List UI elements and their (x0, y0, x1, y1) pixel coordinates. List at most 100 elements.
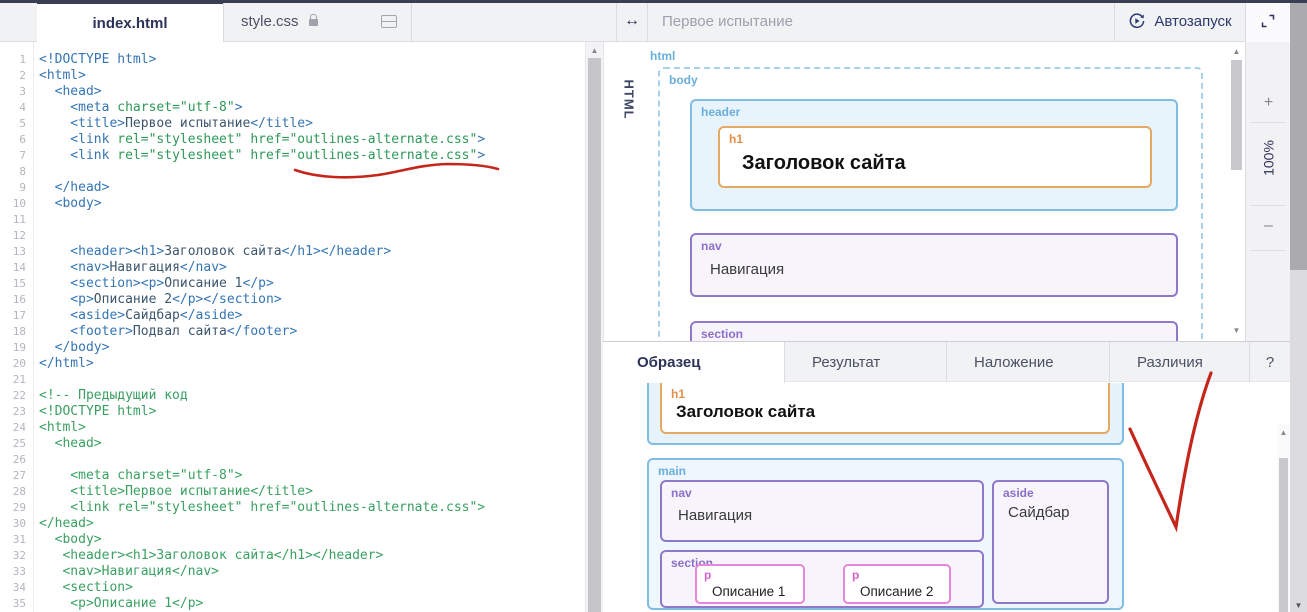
code-line[interactable]: 20 </html> (0, 356, 585, 372)
line-number: 19 (12, 341, 26, 354)
code-line[interactable]: 24 <html> (0, 420, 585, 436)
line-number: 16 (12, 293, 26, 306)
line-number: 30 (12, 517, 26, 530)
html-strip-label: HTML (621, 79, 637, 120)
zoom-level-label[interactable]: 100% (1261, 136, 1277, 181)
preview-scrollbar-thumb[interactable] (1231, 60, 1242, 170)
line-number: 28 (12, 485, 26, 498)
editor-scrollbar[interactable]: ▲ (585, 42, 603, 612)
app-window: index.html style.css ↔ Первое испытание … (0, 0, 1307, 612)
line-number: 33 (12, 565, 26, 578)
code-line[interactable]: 12 (0, 228, 585, 244)
code-line[interactable]: 34 <section> (0, 580, 585, 596)
code-line[interactable]: 6 <link rel="stylesheet" href="outlines-… (0, 132, 585, 148)
code-editor[interactable]: 1 <!DOCTYPE html> 2 <html> 3 <head> 4 <meta c… (0, 42, 585, 612)
window-scroll-down-icon[interactable]: ▼ (1290, 601, 1307, 610)
editor-scrollbar-thumb[interactable] (588, 58, 601, 612)
autorun-button[interactable]: Автозапуск (1114, 0, 1245, 42)
tab-sample[interactable]: Образец (603, 342, 785, 383)
panel-scrollbar-thumb[interactable] (1279, 458, 1288, 612)
sample-label-aside: aside (1003, 486, 1034, 500)
preview-scrollbar[interactable]: ▲ ▼ (1228, 42, 1245, 341)
editor-scroll-up-icon[interactable]: ▲ (586, 44, 603, 58)
sample-p2-text: Описание 2 (860, 584, 934, 599)
panel-scrollbar[interactable]: ▲ (1277, 424, 1290, 612)
code-line[interactable]: 14 <nav>Навигация</nav> (0, 260, 585, 276)
code-line[interactable]: 2 <html> (0, 68, 585, 84)
toolbar-divider (1250, 205, 1286, 206)
line-number: 4 (19, 101, 26, 114)
preview-scroll-down-icon[interactable]: ▼ (1228, 324, 1245, 338)
outline-label-body: body (669, 73, 698, 87)
sample-aside-text: Сайдбар (1008, 504, 1070, 521)
code-line[interactable]: 13 <header><h1>Заголовок сайта</h1></hea… (0, 244, 585, 260)
autorun-label: Автозапуск (1154, 12, 1232, 30)
code-line[interactable]: 7 <link rel="stylesheet" href="outlines-… (0, 148, 585, 164)
line-number: 24 (12, 421, 26, 434)
code-line[interactable]: 10 <body> (0, 196, 585, 212)
help-button[interactable]: ? (1250, 342, 1290, 382)
code-line[interactable]: 8 (0, 164, 585, 180)
line-number: 15 (12, 277, 26, 290)
tab-index-html[interactable]: index.html (37, 0, 223, 42)
line-number: 17 (12, 309, 26, 322)
zoom-toolbar: + 100% – (1245, 42, 1290, 341)
code-line[interactable]: 1 <!DOCTYPE html> (0, 52, 585, 68)
code-line[interactable]: 11 (0, 212, 585, 228)
panel-scroll-up-icon[interactable]: ▲ (1277, 426, 1290, 440)
code-line[interactable]: 35 <p>Описание 1</p> (0, 596, 585, 612)
window-scrollbar[interactable]: ▼ (1290, 0, 1307, 612)
code-line[interactable]: 17 <aside>Сайдбар</aside> (0, 308, 585, 324)
code-line[interactable]: 31 <body> (0, 532, 585, 548)
tab-overlay[interactable]: Наложение (947, 342, 1110, 382)
window-top-border (0, 0, 1307, 3)
outline-label-header: header (701, 105, 741, 119)
code-line[interactable]: 25 <head> (0, 436, 585, 452)
tab-style-css[interactable]: style.css (223, 0, 412, 42)
preview-scroll-up-icon[interactable]: ▲ (1228, 45, 1245, 59)
preview-nav-text: Навигация (710, 261, 785, 278)
zoom-in-button[interactable]: + (1246, 94, 1291, 112)
preview-h1-text: Заголовок сайта (742, 152, 906, 174)
fullscreen-icon (1261, 14, 1275, 28)
code-line[interactable]: 32 <header><h1>Заголовок сайта</h1></hea… (0, 548, 585, 564)
code-line[interactable]: 15 <section><p>Описание 1</p> (0, 276, 585, 292)
code-line[interactable]: 21 (0, 372, 585, 388)
code-line[interactable]: 26 (0, 452, 585, 468)
code-line[interactable]: 29 <link rel="stylesheet" href="outlines… (0, 500, 585, 516)
pane-resize-handle[interactable]: ↔ (616, 0, 648, 42)
sample-box-p2: p Описание 2 (843, 564, 951, 604)
sample-box-aside: aside Сайдбар (992, 480, 1109, 604)
toolbar-divider (1250, 122, 1286, 123)
code-line[interactable]: 18 <footer>Подвал сайта</footer> (0, 324, 585, 340)
line-number: 29 (12, 501, 26, 514)
code-line[interactable]: 22 <!-- Предыдущий код (0, 388, 585, 404)
fullscreen-button[interactable] (1245, 0, 1290, 42)
sample-label-p1: p (704, 568, 712, 582)
preview-title-bar[interactable]: Первое испытание (648, 0, 1114, 42)
tab-diff[interactable]: Различия (1110, 342, 1250, 382)
code-line[interactable]: 9 </head> (0, 180, 585, 196)
code-line[interactable]: 5 <title>Первое испытание</title> (0, 116, 585, 132)
code-line[interactable]: 19 </body> (0, 340, 585, 356)
code-line[interactable]: 33 <nav>Навигация</nav> (0, 564, 585, 580)
line-number: 13 (12, 245, 26, 258)
code-line[interactable]: 3 <head> (0, 84, 585, 100)
toolbar-divider (1250, 250, 1286, 251)
zoom-out-button[interactable]: – (1246, 217, 1291, 235)
code-line[interactable]: 27 <meta charset="utf-8"> (0, 468, 585, 484)
window-scrollbar-thumb[interactable] (1290, 3, 1307, 270)
tab-result[interactable]: Результат (785, 342, 947, 382)
code-line[interactable]: 28 <title>Первое испытание</title> (0, 484, 585, 500)
code-line[interactable]: 16 <p>Описание 2</p></section> (0, 292, 585, 308)
line-number: 14 (12, 261, 26, 274)
code-line[interactable]: 23 <!DOCTYPE html> (0, 404, 585, 420)
sample-label-p2: p (852, 568, 860, 582)
outline-box-section: section (690, 321, 1178, 341)
split-view-icon[interactable] (381, 15, 397, 28)
code-line[interactable]: 4 <meta charset="utf-8"> (0, 100, 585, 116)
comparison-tabbar: Образец Результат Наложение Различия ? (603, 342, 1290, 383)
code-line[interactable]: 30 </head> (0, 516, 585, 532)
line-number: 10 (12, 197, 26, 210)
resize-arrows-icon: ↔ (624, 12, 640, 29)
